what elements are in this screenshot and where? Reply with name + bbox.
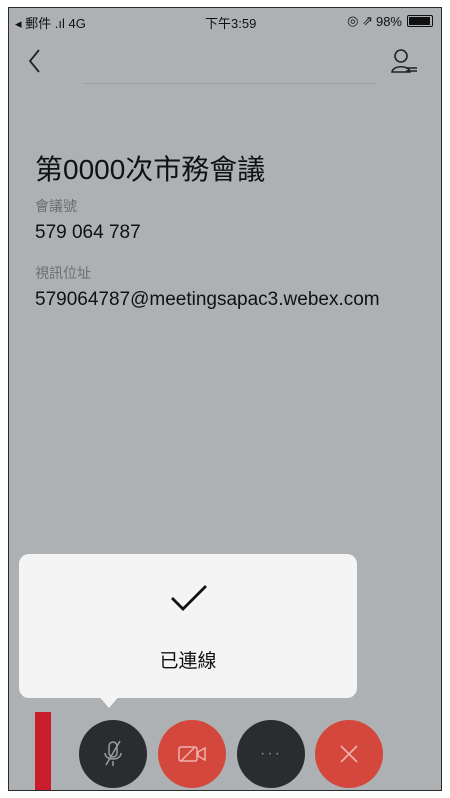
participants-button[interactable] bbox=[389, 46, 419, 76]
more-button[interactable]: ··· bbox=[237, 720, 305, 788]
back-button[interactable] bbox=[21, 46, 51, 76]
battery-percent: 98% bbox=[375, 13, 402, 29]
battery-icon bbox=[407, 15, 433, 27]
connected-toast: 已連線 bbox=[19, 554, 357, 698]
meeting-number-label: 會議號 bbox=[35, 198, 77, 214]
checkmark-icon bbox=[171, 585, 207, 611]
video-off-icon bbox=[178, 746, 206, 762]
end-call-button[interactable] bbox=[315, 720, 383, 788]
accent-bar bbox=[35, 712, 51, 790]
participants-icon bbox=[391, 49, 417, 73]
carrier-signal: ◂ 郵件 .ıl 4G bbox=[15, 16, 86, 31]
nav-bar bbox=[9, 36, 441, 86]
toast-pointer bbox=[97, 694, 121, 708]
meeting-title: 第0000次市務會議 bbox=[35, 154, 266, 185]
back-chevron-icon bbox=[28, 49, 40, 73]
mic-muted-icon bbox=[104, 740, 122, 766]
status-right: ◎ ⇗ 98% bbox=[347, 13, 433, 29]
video-address: 579064787@meetingsapac3.webex.com bbox=[35, 289, 380, 310]
location-icon: ◎ ⇗ bbox=[347, 13, 373, 28]
close-icon bbox=[340, 745, 358, 763]
video-address-label: 視訊位址 bbox=[35, 265, 91, 281]
app-screen: ◂ 郵件 .ıl 4G 下午3:59 ◎ ⇗ 98% 第0000次市務會議 會議… bbox=[8, 7, 442, 791]
status-bar: ◂ 郵件 .ıl 4G 下午3:59 ◎ ⇗ 98% bbox=[9, 8, 441, 34]
status-time: 下午3:59 bbox=[205, 16, 257, 31]
mute-button[interactable] bbox=[79, 720, 147, 788]
nav-divider bbox=[84, 83, 376, 84]
meeting-number: 579 064 787 bbox=[35, 222, 141, 243]
toast-message: 已連線 bbox=[159, 651, 217, 672]
video-button[interactable] bbox=[158, 720, 226, 788]
more-icon: ··· bbox=[260, 745, 282, 762]
